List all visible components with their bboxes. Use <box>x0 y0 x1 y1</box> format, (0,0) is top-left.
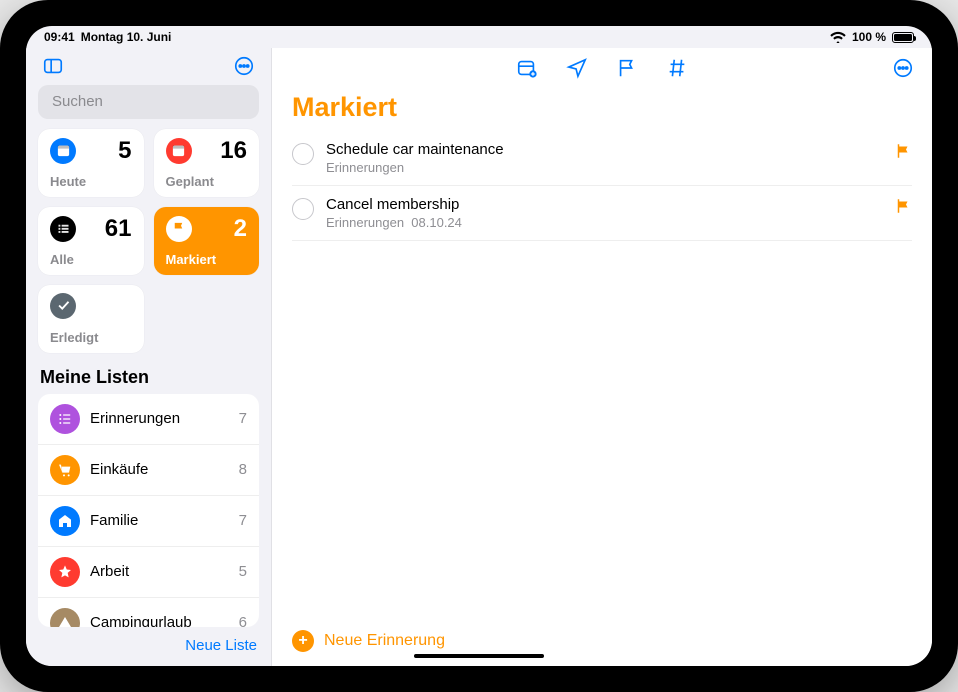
list-name: Familie <box>90 512 229 529</box>
flag-filled-icon <box>894 197 912 215</box>
new-list-button[interactable]: Neue Liste <box>185 637 257 654</box>
page-title: Markiert <box>272 88 932 131</box>
tile-count: 16 <box>220 137 247 165</box>
battery-icon <box>892 32 914 43</box>
list-count: 7 <box>239 512 247 529</box>
calendar-add-icon[interactable] <box>516 57 538 79</box>
list-count: 8 <box>239 461 247 478</box>
list-name: Arbeit <box>90 563 229 580</box>
status-date: Montag 10. Juni <box>81 30 172 44</box>
tile-count: 5 <box>118 137 131 165</box>
search-field[interactable] <box>52 93 251 110</box>
list-icon <box>50 404 80 434</box>
complete-toggle[interactable] <box>292 143 314 165</box>
list-count: 5 <box>239 563 247 580</box>
smart-tile-all[interactable]: 61 Alle <box>38 207 144 275</box>
list-icon <box>50 506 80 536</box>
plus-circle-icon: + <box>292 630 314 652</box>
list-icon <box>50 608 80 627</box>
list-item[interactable]: Erinnerungen 7 <box>38 394 259 445</box>
reminder-title: Schedule car maintenance <box>326 141 882 158</box>
today-icon <box>50 138 76 164</box>
tile-label: Alle <box>50 252 132 267</box>
smart-tile-flagged[interactable]: 2 Markiert <box>154 207 260 275</box>
sidebar-toggle-button[interactable] <box>38 51 68 81</box>
main-panel: Markiert Schedule car maintenance Erinner… <box>272 48 932 666</box>
list-name: Erinnerungen <box>90 410 229 427</box>
smart-tile-done[interactable]: Erledigt <box>38 285 144 353</box>
tile-label: Erledigt <box>50 330 132 345</box>
tile-count: 2 <box>234 215 247 243</box>
complete-toggle[interactable] <box>292 198 314 220</box>
reminder-row[interactable]: Cancel membership Erinnerungen 08.10.24 <box>292 186 912 241</box>
main-more-button[interactable] <box>888 53 918 83</box>
all-icon <box>50 216 76 242</box>
reminder-title: Cancel membership <box>326 196 882 213</box>
hashtag-icon[interactable] <box>666 57 688 79</box>
tile-label: Geplant <box>166 174 248 189</box>
tile-label: Heute <box>50 174 132 189</box>
list-item[interactable]: Arbeit 5 <box>38 547 259 598</box>
search-input[interactable] <box>38 85 259 119</box>
flagged-icon <box>166 216 192 242</box>
scheduled-icon <box>166 138 192 164</box>
tile-label: Markiert <box>166 252 248 267</box>
list-count: 7 <box>239 410 247 427</box>
list-item[interactable]: Familie 7 <box>38 496 259 547</box>
more-button[interactable] <box>229 51 259 81</box>
status-bar: 09:41 Montag 10. Juni 100 % <box>26 26 932 48</box>
flag-filled-icon <box>894 142 912 160</box>
smart-tile-today[interactable]: 5 Heute <box>38 129 144 197</box>
reminder-subtitle: Erinnerungen 08.10.24 <box>326 215 882 230</box>
list-name: Einkäufe <box>90 461 229 478</box>
flag-icon[interactable] <box>616 57 638 79</box>
list-icon <box>50 455 80 485</box>
list-count: 6 <box>239 614 247 627</box>
my-lists-header: Meine Listen <box>26 353 271 394</box>
wifi-icon <box>830 31 846 43</box>
reminder-row[interactable]: Schedule car maintenance Erinnerungen <box>292 131 912 186</box>
new-reminder-button[interactable]: + Neue Erinnerung <box>272 620 932 666</box>
list-icon <box>50 557 80 587</box>
smart-tile-scheduled[interactable]: 16 Geplant <box>154 129 260 197</box>
tile-count: 61 <box>105 215 132 243</box>
home-indicator[interactable] <box>414 654 544 658</box>
list-item[interactable]: Einkäufe 8 <box>38 445 259 496</box>
location-icon[interactable] <box>566 57 588 79</box>
reminder-subtitle: Erinnerungen <box>326 160 882 175</box>
battery-percent: 100 % <box>852 30 886 44</box>
done-icon <box>50 293 76 319</box>
new-reminder-label: Neue Erinnerung <box>324 632 445 650</box>
status-time: 09:41 <box>44 30 75 44</box>
list-item[interactable]: Campingurlaub 6 <box>38 598 259 627</box>
sidebar: 5 Heute 16 Geplant 61 Alle 2 Markiert Erledigt M… <box>26 48 272 666</box>
list-name: Campingurlaub <box>90 614 229 627</box>
